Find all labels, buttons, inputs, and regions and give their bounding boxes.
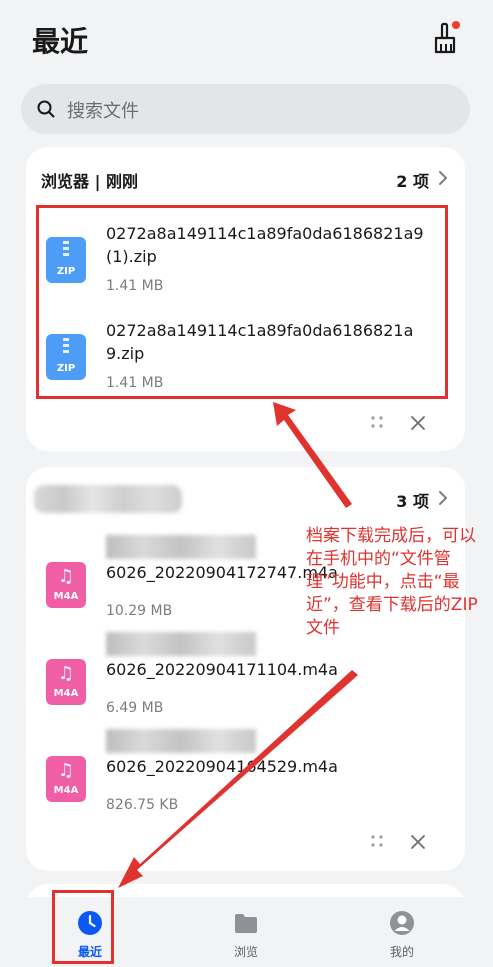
file-size: 6.49 MB	[106, 700, 164, 716]
card-actions	[369, 412, 449, 436]
file-size: 826.75 KB	[106, 797, 179, 813]
annotation-text: 档案下载完成后，可以在手机中的“文件管理”功能中，点击“最近”，查看下载后的ZI…	[306, 526, 478, 638]
chevron-right-icon[interactable]	[437, 489, 449, 507]
blurred-text	[106, 632, 256, 656]
search-input[interactable]: 搜索文件	[67, 97, 139, 123]
blurred-text	[106, 729, 256, 753]
tab-mine[interactable]: 我的	[352, 897, 452, 967]
grid-icon[interactable]	[369, 833, 385, 849]
header: 最近	[0, 0, 493, 80]
file-size: 10.29 MB	[106, 603, 173, 619]
list-item[interactable]: ♫ M4A 6026_20220904164529.m4a 826.75 KB	[26, 729, 465, 819]
search-bar[interactable]: 搜索文件	[21, 84, 470, 134]
tab-browse[interactable]: 浏览	[196, 897, 296, 967]
file-name: 6026_20220904164529.m4a	[106, 757, 338, 776]
highlight-box	[36, 205, 448, 399]
tab-label: 我的	[389, 945, 414, 959]
folder-icon	[235, 914, 257, 933]
close-icon[interactable]	[409, 833, 427, 851]
tab-label: 浏览	[233, 945, 258, 959]
grid-icon[interactable]	[369, 414, 385, 430]
group-count[interactable]: 3 项	[396, 488, 429, 512]
file-name: 6026_20220904171104.m4a	[106, 660, 338, 679]
blurred-text	[106, 535, 256, 559]
list-item[interactable]: ♫ M4A 6026_20220904171104.m4a 6.49 MB	[26, 632, 465, 722]
profile-icon	[390, 911, 414, 935]
notification-dot	[452, 21, 460, 29]
audio-file-icon: ♫ M4A	[46, 659, 86, 705]
audio-file-icon: ♫ M4A	[46, 562, 86, 608]
audio-file-icon: ♫ M4A	[46, 756, 86, 802]
page-title: 最近	[32, 25, 89, 58]
group-count[interactable]: 2 项	[396, 168, 429, 192]
chevron-right-icon[interactable]	[437, 169, 449, 187]
group-title: 浏览器 | 刚刚	[41, 172, 138, 191]
blurred-group-title	[34, 485, 182, 513]
search-icon	[37, 100, 55, 118]
card-actions	[369, 831, 449, 855]
highlight-box	[52, 890, 114, 964]
close-icon[interactable]	[409, 414, 427, 432]
